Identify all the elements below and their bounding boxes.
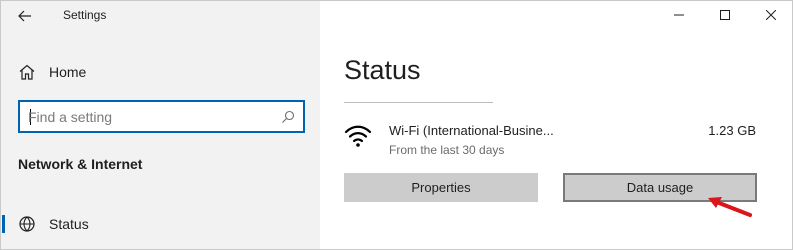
selection-indicator (2, 215, 5, 233)
divider (344, 102, 493, 103)
search-icon[interactable] (281, 110, 295, 124)
wifi-icon (344, 125, 372, 147)
sidebar-item-home[interactable]: Home (1, 58, 320, 86)
network-period: From the last 30 days (389, 143, 505, 157)
window-controls (656, 1, 792, 31)
network-name: Wi-Fi (International-Busine... (389, 123, 554, 138)
app-title: Settings (63, 8, 107, 22)
page-title: Status (344, 55, 421, 85)
sidebar-item-status[interactable]: Status (1, 209, 320, 239)
sidebar-item-label: Home (49, 64, 87, 80)
close-button[interactable] (748, 1, 792, 29)
sidebar-item-label: Status (49, 216, 89, 232)
search-input[interactable] (28, 108, 268, 126)
maximize-button[interactable] (702, 1, 748, 29)
data-used-value: 1.23 GB (708, 123, 756, 138)
settings-window: Settings Home Network & Internet Status (0, 0, 793, 250)
back-button[interactable] (11, 3, 39, 29)
properties-button[interactable]: Properties (344, 173, 538, 202)
maximize-icon (720, 10, 730, 20)
minimize-button[interactable] (656, 1, 702, 29)
main-content: Status Wi-Fi (International-Busine... Fr… (320, 1, 792, 249)
titlebar-left: Settings (1, 1, 320, 31)
search-box[interactable] (18, 100, 305, 133)
sidebar: Settings Home Network & Internet Status (1, 1, 320, 249)
status-globe-icon (19, 216, 35, 232)
section-heading: Network & Internet (18, 156, 143, 172)
network-status-row: Wi-Fi (International-Busine... From the … (344, 119, 774, 163)
home-icon (19, 64, 35, 80)
back-arrow-icon (18, 10, 31, 22)
minimize-icon (674, 14, 684, 16)
data-usage-button[interactable]: Data usage (563, 173, 757, 202)
close-icon (766, 10, 776, 20)
